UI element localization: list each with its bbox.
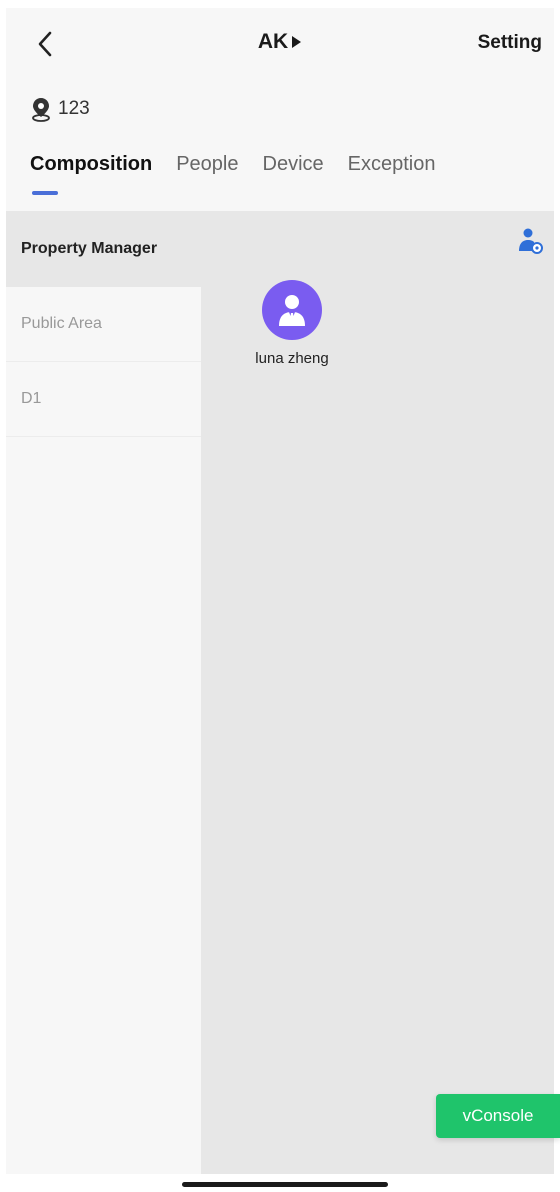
location-selector[interactable]: 123 (30, 96, 90, 122)
app-screen: AK Setting 123 Composition People Device (6, 8, 554, 1174)
tab-device[interactable]: Device (263, 153, 324, 176)
tab-bar: Composition People Device Exception (30, 153, 436, 195)
sidebar: Property Manager Public Area D1 (6, 211, 201, 1174)
community-title-button[interactable]: AK (258, 30, 302, 54)
sidebar-item-public-area[interactable]: Public Area (6, 287, 201, 362)
sidebar-item-label: Property Manager (21, 240, 158, 257)
tab-label: Exception (347, 153, 436, 175)
person-icon (279, 295, 305, 326)
location-pin-icon (32, 98, 50, 122)
page-title: AK (257, 30, 289, 53)
top-bar: AK Setting (6, 8, 554, 78)
sidebar-item-property-manager[interactable]: Property Manager (6, 211, 201, 287)
sidebar-item-d1[interactable]: D1 (6, 362, 201, 437)
user-settings-icon (519, 228, 543, 254)
home-indicator (182, 1182, 388, 1187)
avatar (262, 280, 322, 340)
caret-right-icon (292, 36, 302, 48)
sidebar-item-label: D1 (21, 390, 42, 407)
location-label: 123 (58, 98, 90, 119)
tab-label: Device (262, 153, 324, 175)
chevron-left-icon (38, 31, 52, 57)
content-area: Property Manager Public Area D1 luna zhe… (6, 211, 554, 1174)
member-name: luna zheng (255, 350, 329, 367)
tab-label: Composition (30, 153, 153, 175)
vconsole-button[interactable]: vConsole (436, 1094, 560, 1138)
tab-exception[interactable]: Exception (348, 153, 436, 176)
tab-label: People (176, 153, 239, 175)
back-button[interactable] (28, 26, 64, 62)
active-tab-indicator (32, 191, 58, 195)
sidebar-item-label: Public Area (21, 315, 102, 332)
member-card[interactable]: luna zheng (246, 280, 338, 367)
tab-composition[interactable]: Composition (30, 153, 153, 195)
tab-people[interactable]: People (176, 153, 238, 176)
setting-button[interactable]: Setting (478, 32, 542, 54)
manage-people-button[interactable] (518, 227, 544, 255)
